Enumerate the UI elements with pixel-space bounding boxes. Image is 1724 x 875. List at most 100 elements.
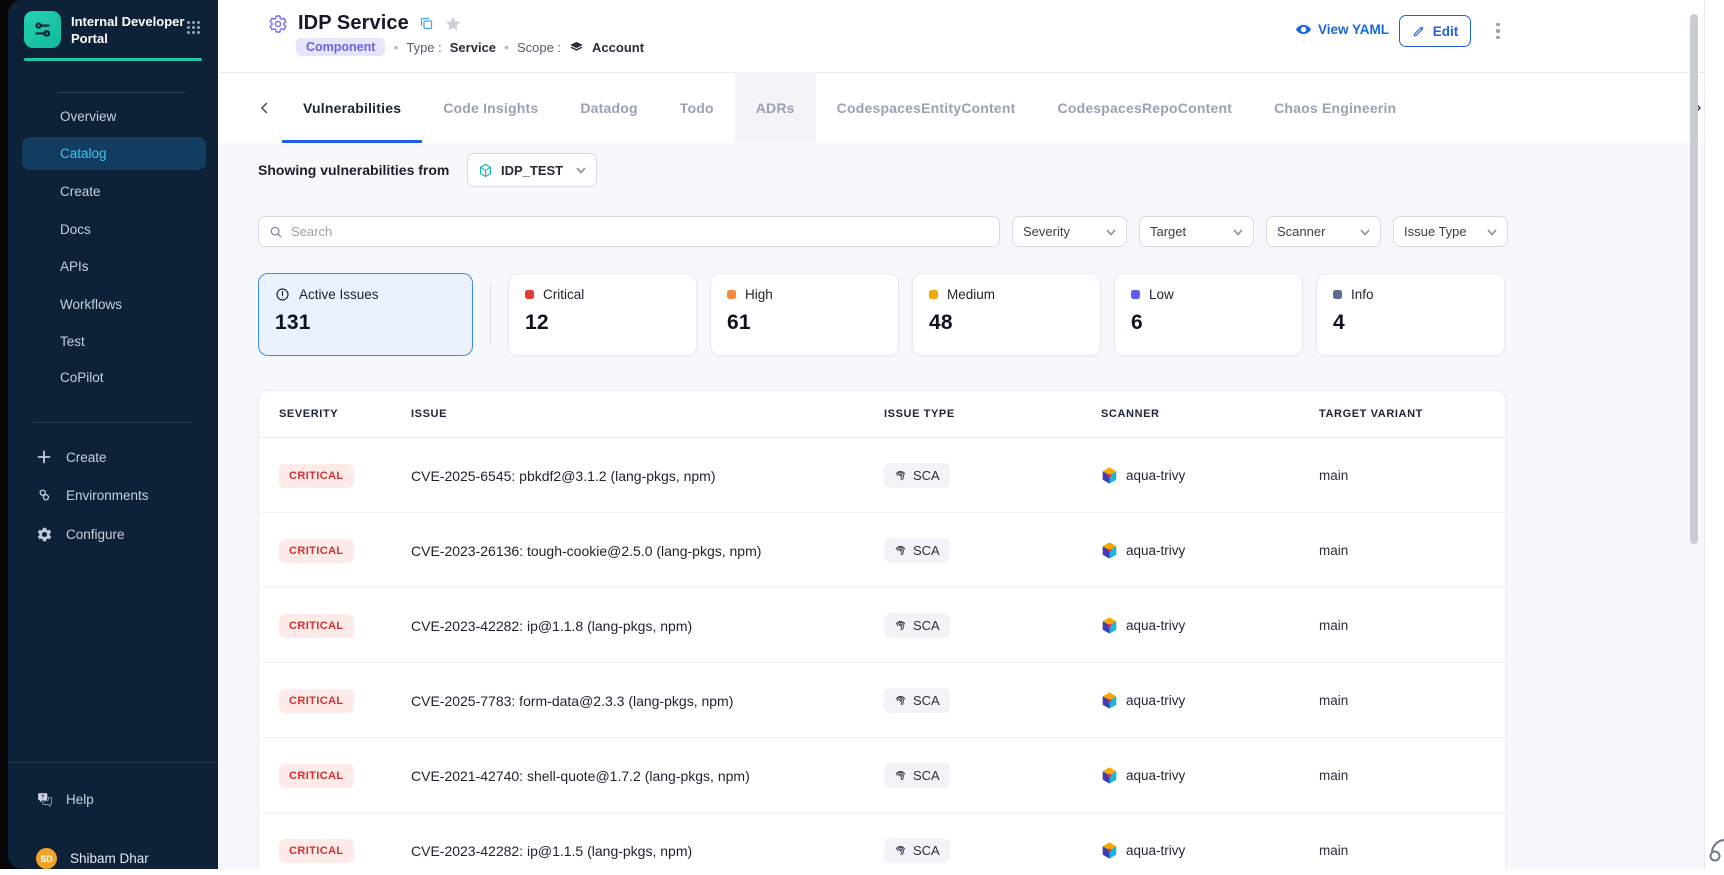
search-bar <box>258 216 1000 247</box>
sidebar-item-apis[interactable]: APIs <box>22 250 206 283</box>
copy-icon[interactable] <box>419 16 434 31</box>
tab-codespaces-entity-content[interactable]: CodespacesEntityContent <box>816 72 1037 143</box>
target-variant: main <box>1319 693 1348 708</box>
fingerprint-icon <box>894 694 907 707</box>
issue-type-label: SCA <box>913 843 940 858</box>
stat-card-active-issues[interactable]: Active Issues 131 <box>258 273 473 356</box>
issue-type-label: SCA <box>913 543 940 558</box>
sidebar-item-workflows[interactable]: Workflows <box>22 288 206 321</box>
sidebar-item-overview[interactable]: Overview <box>22 100 206 133</box>
filter-target[interactable]: Target <box>1139 216 1254 247</box>
tab-todo[interactable]: Todo <box>659 72 735 143</box>
column-header-scanner: SCANNER <box>1101 391 1301 438</box>
scope-label: Scope : <box>517 40 561 55</box>
sidebar-item-test[interactable]: Test <box>22 325 206 358</box>
severity-dot <box>1333 290 1342 299</box>
stat-value: 61 <box>727 311 882 335</box>
scanner-cell: aqua-trivy <box>1101 617 1185 634</box>
scanner-name: aqua-trivy <box>1126 543 1185 558</box>
table-row[interactable]: CRITICAL CVE-2025-7783: form-data@2.3.3 … <box>259 663 1505 738</box>
sidebar-item-docs[interactable]: Docs <box>22 213 206 246</box>
sidebar-item-copilot[interactable]: CoPilot <box>22 361 206 394</box>
stat-card-critical[interactable]: Critical 12 <box>508 273 697 356</box>
component-gear-icon <box>268 14 288 34</box>
entity-meta: Component • Type : Service • Scope : Acc… <box>296 38 644 56</box>
stat-card-info[interactable]: Info 4 <box>1316 273 1505 356</box>
brand-underline <box>24 58 202 61</box>
filter-label: Issue Type <box>1404 224 1467 239</box>
tab-datadog[interactable]: Datadog <box>559 72 658 143</box>
stat-value: 6 <box>1131 311 1286 335</box>
project-select[interactable]: IDP_TEST <box>467 153 597 187</box>
stat-value: 12 <box>525 311 680 335</box>
stat-card-low[interactable]: Low 6 <box>1114 273 1303 356</box>
table-row[interactable]: CRITICAL CVE-2023-42282: ip@1.1.5 (lang-… <box>259 813 1505 869</box>
tab-chaos-engineering[interactable]: Chaos Engineerin <box>1253 72 1417 143</box>
sidebar-item-create[interactable]: Create <box>22 175 206 208</box>
search-icon <box>269 225 283 239</box>
action-label: Create <box>66 450 107 465</box>
issue-type-label: SCA <box>913 618 940 633</box>
severity-badge: CRITICAL <box>279 614 354 638</box>
scanner-name: aqua-trivy <box>1126 618 1185 633</box>
column-header-issue-type: ISSUE TYPE <box>884 391 1084 438</box>
sidebar-action-configure[interactable]: Configure <box>22 518 206 551</box>
sidebar-divider <box>57 92 185 93</box>
star-icon[interactable] <box>444 15 462 33</box>
table-row[interactable]: CRITICAL CVE-2023-42282: ip@1.1.8 (lang-… <box>259 588 1505 663</box>
sidebar-help[interactable]: ? Help <box>22 783 206 816</box>
more-options-button[interactable] <box>1488 18 1508 44</box>
sidebar-action-environments[interactable]: Environments <box>22 479 206 512</box>
action-label: Environments <box>66 488 149 503</box>
tab-vulnerabilities[interactable]: Vulnerabilities <box>282 72 422 143</box>
issue-type-pill: SCA <box>884 838 950 863</box>
severity-dot <box>727 290 736 299</box>
filter-issue-type[interactable]: Issue Type <box>1393 216 1508 247</box>
search-input[interactable] <box>291 224 989 239</box>
issue-type-label: SCA <box>913 468 940 483</box>
scanner-cell: aqua-trivy <box>1101 467 1185 484</box>
severity-badge: CRITICAL <box>279 764 354 788</box>
table-row[interactable]: CRITICAL CVE-2021-42740: shell-quote@1.7… <box>259 738 1505 813</box>
stat-card-high[interactable]: High 61 <box>710 273 899 356</box>
stat-card-medium[interactable]: Medium 48 <box>912 273 1101 356</box>
column-header-issue: ISSUE <box>411 391 866 438</box>
action-label: Configure <box>66 527 125 542</box>
table-row[interactable]: CRITICAL CVE-2023-26136: tough-cookie@2.… <box>259 513 1505 588</box>
avatar: SD <box>36 848 57 869</box>
column-header-target-variant: TARGET VARIANT <box>1319 391 1489 438</box>
svg-text:?: ? <box>41 794 45 800</box>
table-header: SEVERITY ISSUE ISSUE TYPE SCANNER TARGET… <box>259 391 1505 438</box>
stat-label: High <box>745 287 773 302</box>
filter-severity[interactable]: Severity <box>1012 216 1127 247</box>
stat-label: Active Issues <box>299 287 379 302</box>
tabs-scroll-left-icon[interactable] <box>248 72 282 143</box>
sidebar-item-catalog[interactable]: Catalog <box>22 137 206 170</box>
sidebar-action-create[interactable]: Create <box>22 441 206 474</box>
issue-type-pill: SCA <box>884 688 950 713</box>
issue-text: CVE-2023-26136: tough-cookie@2.5.0 (lang… <box>411 543 761 559</box>
environments-icon <box>36 487 53 504</box>
brand-logo-icon <box>24 11 61 48</box>
stat-label: Medium <box>947 287 995 302</box>
support-widget-icon[interactable] <box>1706 830 1724 869</box>
filter-scanner[interactable]: Scanner <box>1266 216 1381 247</box>
tab-bar: Vulnerabilities Code Insights Datadog To… <box>248 72 1714 143</box>
stat-label: Low <box>1149 287 1174 302</box>
user-menu[interactable]: SD Shibam Dhar <box>22 842 206 875</box>
edit-label: Edit <box>1433 24 1459 39</box>
vertical-scrollbar[interactable] <box>1690 14 1698 544</box>
table-row[interactable]: CRITICAL CVE-2025-6545: pbkdf2@3.1.2 (la… <box>259 438 1505 513</box>
tab-adrs[interactable]: ADRs <box>735 72 816 143</box>
gear-icon <box>36 526 53 543</box>
fingerprint-icon <box>894 769 907 782</box>
tab-code-insights[interactable]: Code Insights <box>422 72 559 143</box>
edit-button[interactable]: Edit <box>1399 15 1471 47</box>
vulnerabilities-table: SEVERITY ISSUE ISSUE TYPE SCANNER TARGET… <box>258 390 1506 869</box>
apps-grid-icon[interactable] <box>186 20 201 40</box>
tab-codespaces-repo-content[interactable]: CodespacesRepoContent <box>1037 72 1254 143</box>
stat-value: 131 <box>275 311 456 335</box>
fingerprint-icon <box>894 844 907 857</box>
view-yaml-button[interactable]: View YAML <box>1295 21 1389 38</box>
issue-text: CVE-2025-6545: pbkdf2@3.1.2 (lang-pkgs, … <box>411 468 716 484</box>
